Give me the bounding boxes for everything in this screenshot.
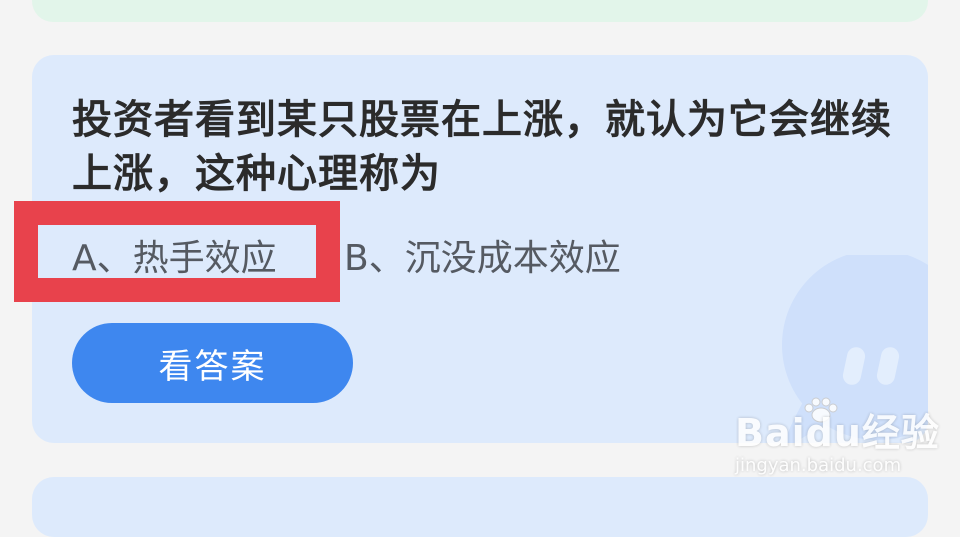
previous-card bbox=[32, 0, 928, 22]
baidu-watermark: Baidu经验 jingyan.baidu.com bbox=[735, 397, 940, 476]
option-b[interactable]: B、沉没成本效应 bbox=[344, 229, 621, 281]
watermark-url: jingyan.baidu.com bbox=[735, 455, 902, 476]
answer-highlight-box bbox=[14, 201, 340, 302]
watermark-logo: Baidu经验 bbox=[735, 411, 940, 455]
quiz-question: 投资者看到某只股票在上涨，就认为它会继续上涨，这种心理称为 bbox=[72, 97, 892, 197]
view-answer-button[interactable]: 看答案 bbox=[72, 323, 353, 403]
next-card bbox=[32, 477, 928, 537]
